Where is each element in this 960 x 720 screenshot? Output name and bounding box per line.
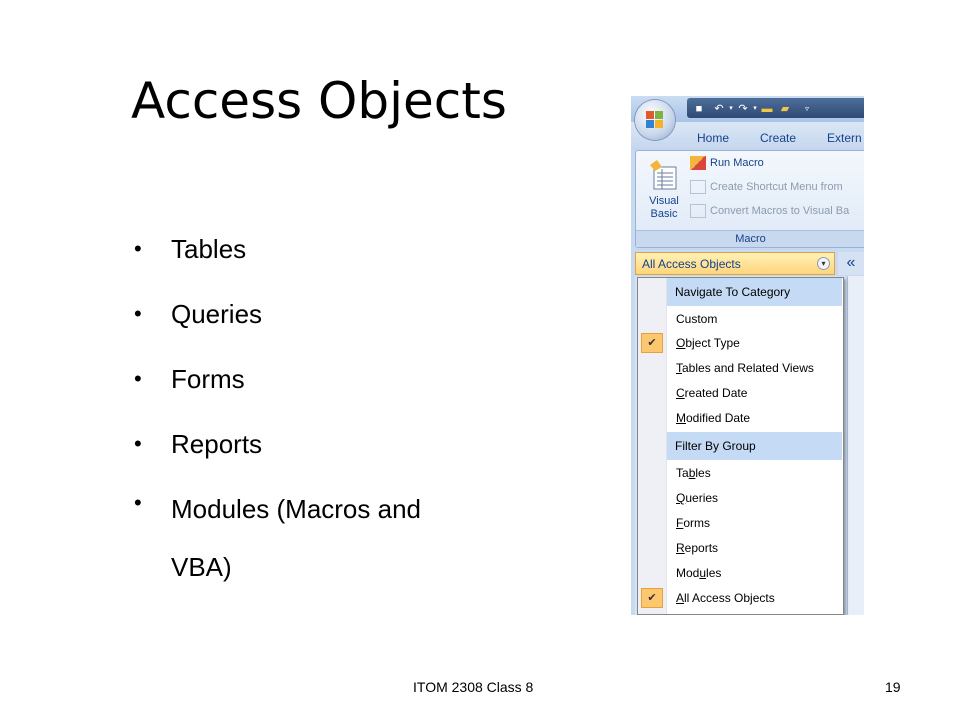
bullet-dot-icon: • xyxy=(134,236,142,261)
bullet-list: • Tables • Queries • Forms • Reports • Module… xyxy=(134,226,471,615)
shortcut-menu-icon xyxy=(690,180,706,194)
convert-macro-icon xyxy=(690,204,706,218)
chevron-down-icon[interactable]: ▾ xyxy=(749,103,761,115)
bullet-item: • Reports xyxy=(134,421,471,467)
menu-item-forms[interactable]: Forms xyxy=(676,516,710,530)
slide-footer: ITOM 2308 Class 8 xyxy=(413,679,534,695)
tab-home[interactable]: Home xyxy=(697,131,729,145)
bullet-item: • Modules (Macros and VBA) xyxy=(134,480,471,596)
run-macro-icon xyxy=(690,156,706,170)
menu-heading-filter: Filter By Group xyxy=(667,432,842,460)
office-button[interactable] xyxy=(635,100,675,140)
nav-pane-title: All Access Objects xyxy=(642,257,741,271)
menu-gutter xyxy=(638,278,667,614)
ribbon-macro-group: Visual Basic Run Macro Create Shortcut M… xyxy=(635,150,864,248)
menu-item-modules[interactable]: Modules xyxy=(676,566,721,580)
check-icon: ✔ xyxy=(641,588,663,608)
create-shortcut-menu-button[interactable]: Create Shortcut Menu from xyxy=(690,180,843,194)
menu-item-tables[interactable]: Tables xyxy=(676,466,711,480)
quick-access-strip: ■ ↶ ▾ ↷ ▾ ▬ ▰ ▿ xyxy=(687,98,864,118)
page-number: 19 xyxy=(885,679,901,695)
run-macro-button[interactable]: Run Macro xyxy=(690,156,764,170)
customize-toolbar-icon[interactable]: ▿ xyxy=(801,103,813,115)
menu-item-queries[interactable]: Queries xyxy=(676,491,718,505)
redo-icon[interactable]: ↷ xyxy=(737,103,749,115)
ribbon-group-label: Macro xyxy=(636,230,864,247)
menu-item-all-access-objects[interactable]: All Access Objects xyxy=(676,591,775,605)
menu-item-tables-related-views[interactable]: Tables and Related Views xyxy=(676,361,814,375)
bullet-item: • Queries xyxy=(134,291,471,337)
menu-item-reports[interactable]: Reports xyxy=(676,541,718,555)
access-screenshot: ■ ↶ ▾ ↷ ▾ ▬ ▰ ▿ Home Create Extern Visua… xyxy=(631,96,864,615)
convert-macros-button[interactable]: Convert Macros to Visual Ba xyxy=(690,204,849,218)
visual-basic-icon xyxy=(650,160,677,190)
menu-item-object-type[interactable]: Object Type xyxy=(676,336,740,350)
menu-item-created-date[interactable]: Created Date xyxy=(676,386,747,400)
bullet-dot-icon: • xyxy=(134,490,142,515)
bullet-item: • Forms xyxy=(134,356,471,402)
new-folder-icon[interactable]: ▬ xyxy=(761,103,773,115)
slide-title: Access Objects xyxy=(131,72,507,130)
menu-heading-navigate: Navigate To Category xyxy=(667,278,842,306)
office-logo-icon xyxy=(646,111,664,129)
bullet-dot-icon: • xyxy=(134,431,142,456)
navigation-menu: Navigate To Category Custom ✔ Object Typ… xyxy=(637,277,844,615)
menu-item-modified-date[interactable]: Modified Date xyxy=(676,411,750,425)
save-icon[interactable]: ■ xyxy=(693,103,705,115)
check-icon: ✔ xyxy=(641,333,663,353)
tab-create[interactable]: Create xyxy=(760,131,796,145)
bullet-dot-icon: • xyxy=(134,301,142,326)
chevron-down-icon[interactable]: ▾ xyxy=(725,103,737,115)
undo-icon[interactable]: ↶ xyxy=(713,103,725,115)
bullet-dot-icon: • xyxy=(134,366,142,391)
shutter-bar-button[interactable]: « xyxy=(838,252,864,275)
tab-external[interactable]: Extern xyxy=(827,131,862,145)
navigation-pane-scrollbar[interactable] xyxy=(847,276,864,615)
visual-basic-button[interactable]: Visual Basic xyxy=(642,195,686,221)
nav-pane-header[interactable]: All Access Objects ▾ xyxy=(635,252,835,275)
bullet-item: • Tables xyxy=(134,226,471,272)
menu-item-custom[interactable]: Custom xyxy=(676,312,717,326)
chevron-down-icon[interactable]: ▾ xyxy=(817,257,830,270)
open-folder-icon[interactable]: ▰ xyxy=(779,103,791,115)
